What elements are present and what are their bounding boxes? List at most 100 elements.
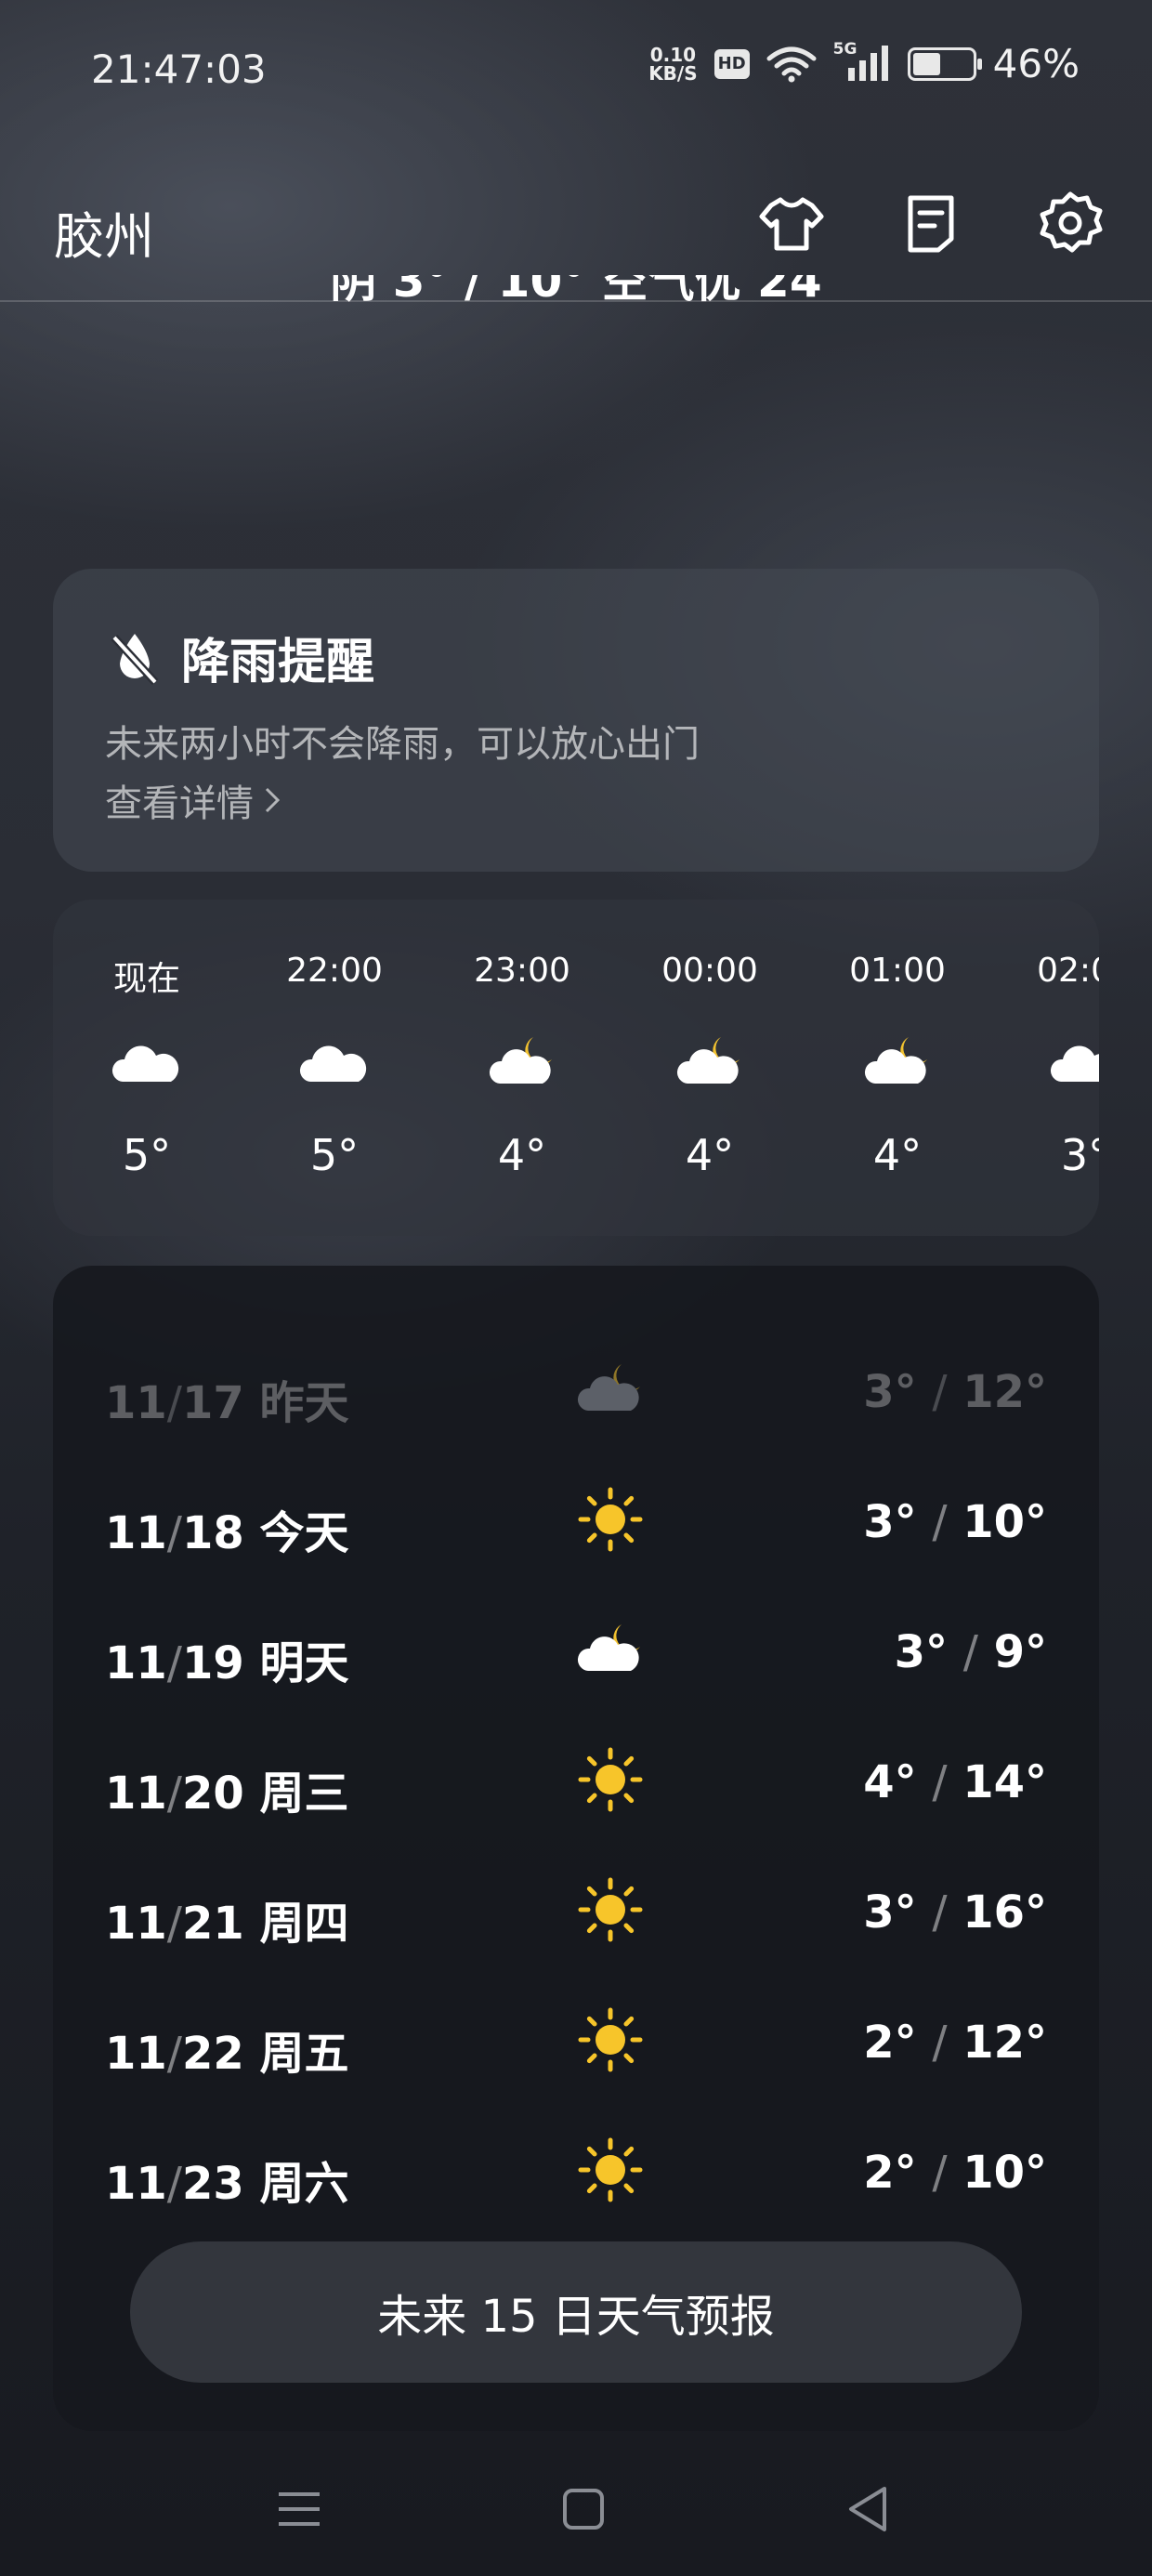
hd-badge: HD bbox=[713, 48, 750, 79]
clothing-index-icon[interactable] bbox=[758, 191, 825, 257]
cloudy-icon bbox=[1048, 1030, 1099, 1095]
day-temp-range: 2° / 10° bbox=[863, 2147, 1047, 2199]
hourly-item: 00:00 4° bbox=[616, 900, 804, 1236]
day-high-temp: 12° bbox=[962, 1366, 1047, 1418]
settings-gear-icon[interactable] bbox=[1037, 191, 1104, 257]
hourly-time: 00:00 bbox=[661, 952, 758, 990]
city-name[interactable]: 胶州 bbox=[54, 195, 154, 269]
status-icons: 0.10 KB/S HD 5G 46% bbox=[648, 40, 1080, 87]
day-temp-range: 3° / 10° bbox=[863, 1496, 1047, 1548]
day-month: 11 bbox=[105, 1768, 167, 1820]
no-rain-drop-icon bbox=[111, 633, 159, 685]
hourly-item: 01:00 4° bbox=[804, 900, 991, 1236]
battery-level bbox=[912, 52, 940, 75]
partly-cloudy-night-icon bbox=[485, 1030, 559, 1095]
hourly-forecast-card[interactable]: 现在 5° 22:00 5° 23:00 4° 00:00 4° 01:00 4… bbox=[53, 900, 1099, 1236]
day-temp-range: 3° / 9° bbox=[894, 1626, 1047, 1678]
day-high-temp: 10° bbox=[962, 1496, 1047, 1548]
hourly-temp: 5° bbox=[122, 1130, 172, 1180]
wifi-icon bbox=[766, 46, 817, 82]
day-day: 23 bbox=[181, 2158, 244, 2210]
day-label: 周四 bbox=[259, 1898, 349, 1950]
day-low-temp: 2° bbox=[863, 2147, 917, 2199]
hourly-temp: 4° bbox=[872, 1130, 923, 1180]
day-month: 11 bbox=[105, 2158, 167, 2210]
day-month: 11 bbox=[105, 1507, 167, 1559]
day-low-temp: 3° bbox=[863, 1366, 917, 1418]
home-nav-icon[interactable] bbox=[556, 2481, 611, 2537]
hourly-time: 22:00 bbox=[286, 952, 383, 990]
network-speed: 0.10 KB/S bbox=[648, 46, 697, 83]
hourly-temp: 4° bbox=[685, 1130, 735, 1180]
daily-forecast-card: 11/17 昨天 3° / 12° 11/18 今天 3° / 10° 11/1… bbox=[53, 1266, 1099, 2431]
day-label: 周三 bbox=[259, 1768, 349, 1820]
rain-alert-title: 降雨提醒 bbox=[181, 635, 375, 690]
status-bar: 21:47:03 0.10 KB/S HD 5G 46% bbox=[0, 0, 1152, 139]
hourly-temp: 5° bbox=[309, 1130, 360, 1180]
daily-row[interactable]: 11/19 明天 3° / 9° bbox=[53, 1584, 1099, 1714]
sunny-icon bbox=[573, 2007, 648, 2072]
network-speed-value: 0.10 bbox=[649, 43, 697, 66]
daily-row[interactable]: 11/20 周三 4° / 14° bbox=[53, 1714, 1099, 1844]
day-temp-range: 2° / 12° bbox=[863, 2017, 1047, 2069]
daily-row[interactable]: 11/17 昨天 3° / 12° bbox=[53, 1323, 1099, 1453]
cloudy-icon bbox=[110, 1030, 184, 1095]
day-day: 18 bbox=[181, 1507, 244, 1559]
rain-alert-card[interactable]: 降雨提醒 未来两小时不会降雨，可以放心出门 查看详情 bbox=[53, 569, 1099, 872]
day-high-temp: 10° bbox=[962, 2147, 1047, 2199]
day-date: 11/21 周四 bbox=[105, 1898, 349, 1950]
hourly-item: 现在 5° bbox=[53, 900, 241, 1236]
day-day: 21 bbox=[181, 1898, 244, 1950]
partly-cloudy-night-icon bbox=[673, 1030, 747, 1095]
sunny-icon bbox=[573, 1877, 648, 1942]
sunny-icon bbox=[573, 1487, 648, 1552]
hourly-item: 23:00 4° bbox=[428, 900, 616, 1236]
hourly-time: 02:00 bbox=[1037, 952, 1099, 990]
day-low-temp: 3° bbox=[863, 1886, 917, 1939]
daily-row[interactable]: 11/22 周五 2° / 12° bbox=[53, 1974, 1099, 2104]
day-low-temp: 2° bbox=[863, 2017, 917, 2069]
chevron-right-icon bbox=[265, 787, 281, 813]
daily-row[interactable]: 11/21 周四 3° / 16° bbox=[53, 1844, 1099, 1974]
15-day-forecast-button[interactable]: 未来 15 日天气预报 bbox=[130, 2241, 1022, 2383]
day-high-temp: 9° bbox=[993, 1626, 1047, 1678]
rain-alert-header: 降雨提醒 bbox=[109, 623, 374, 692]
hourly-forecast-list[interactable]: 现在 5° 22:00 5° 23:00 4° 00:00 4° 01:00 4… bbox=[53, 900, 1099, 1236]
hourly-time: 23:00 bbox=[474, 952, 570, 990]
day-temp-range: 4° / 14° bbox=[863, 1756, 1047, 1808]
partly-cloudy-night-icon bbox=[860, 1030, 935, 1095]
cloudy-icon bbox=[297, 1030, 372, 1095]
view-details-label: 查看详情 bbox=[105, 782, 254, 825]
hourly-time: 01:00 bbox=[849, 952, 946, 990]
day-month: 11 bbox=[105, 2028, 167, 2080]
day-date: 11/17 昨天 bbox=[105, 1377, 349, 1429]
day-high-temp: 12° bbox=[962, 2017, 1047, 2069]
app-header: 胶州 bbox=[0, 167, 1152, 302]
day-temp-range: 3° / 16° bbox=[863, 1886, 1047, 1939]
day-date: 11/18 今天 bbox=[105, 1507, 349, 1559]
day-high-temp: 14° bbox=[962, 1756, 1047, 1808]
day-month: 11 bbox=[105, 1637, 167, 1689]
status-time: 21:47:03 bbox=[91, 46, 267, 92]
day-day: 17 bbox=[181, 1377, 244, 1429]
daily-row[interactable]: 11/23 周六 2° / 10° bbox=[53, 2104, 1099, 2234]
view-details-link[interactable]: 查看详情 bbox=[105, 773, 281, 827]
day-label: 周六 bbox=[259, 2158, 349, 2210]
day-label: 明天 bbox=[259, 1637, 349, 1689]
day-high-temp: 16° bbox=[962, 1886, 1047, 1939]
header-actions bbox=[758, 191, 1104, 257]
cellular-signal-icon: 5G bbox=[833, 40, 891, 83]
hourly-temp: 4° bbox=[497, 1130, 547, 1180]
day-label: 今天 bbox=[259, 1507, 349, 1559]
day-low-temp: 3° bbox=[894, 1626, 948, 1678]
notice-list-icon[interactable] bbox=[897, 191, 964, 257]
day-day: 19 bbox=[181, 1637, 244, 1689]
day-month: 11 bbox=[105, 1377, 167, 1429]
day-label: 昨天 bbox=[259, 1377, 349, 1429]
daily-row[interactable]: 11/18 今天 3° / 10° bbox=[53, 1453, 1099, 1584]
back-nav-icon[interactable] bbox=[840, 2481, 896, 2537]
menu-nav-icon[interactable] bbox=[271, 2481, 327, 2537]
day-day: 22 bbox=[181, 2028, 244, 2080]
rain-alert-description: 未来两小时不会降雨，可以放心出门 bbox=[105, 723, 700, 766]
hourly-time: 现在 bbox=[112, 960, 180, 998]
